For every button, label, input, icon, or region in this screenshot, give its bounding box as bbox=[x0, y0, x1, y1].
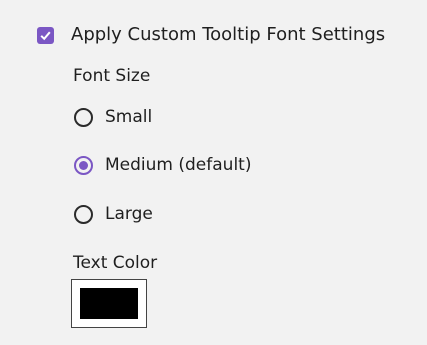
apply-custom-tooltip-checkbox[interactable] bbox=[37, 26, 54, 44]
small-radio-button[interactable] bbox=[74, 107, 93, 127]
checkmark-icon bbox=[40, 31, 51, 40]
font-size-option-large[interactable]: Large bbox=[74, 203, 153, 225]
medium-radio-label[interactable]: Medium (default) bbox=[105, 154, 251, 176]
tooltip-font-settings-panel: Apply Custom Tooltip Font Settings Font … bbox=[0, 0, 427, 345]
medium-radio-button[interactable] bbox=[74, 155, 93, 175]
font-size-option-small[interactable]: Small bbox=[74, 106, 152, 128]
font-size-heading-row: Font Size bbox=[73, 65, 150, 87]
apply-custom-tooltip-label[interactable]: Apply Custom Tooltip Font Settings bbox=[71, 24, 385, 46]
font-size-heading: Font Size bbox=[73, 66, 151, 86]
text-color-heading-row: Text Color bbox=[73, 252, 157, 274]
text-color-swatch bbox=[80, 288, 138, 319]
small-radio-label[interactable]: Small bbox=[105, 106, 152, 128]
radio-selected-dot bbox=[79, 160, 88, 170]
text-color-heading: Text Color bbox=[73, 253, 158, 273]
apply-custom-tooltip-row[interactable]: Apply Custom Tooltip Font Settings bbox=[37, 24, 385, 46]
large-radio-button[interactable] bbox=[74, 204, 93, 224]
large-radio-label[interactable]: Large bbox=[105, 203, 153, 225]
font-size-option-medium[interactable]: Medium (default) bbox=[74, 154, 251, 176]
text-color-swatch-button[interactable] bbox=[71, 279, 147, 328]
